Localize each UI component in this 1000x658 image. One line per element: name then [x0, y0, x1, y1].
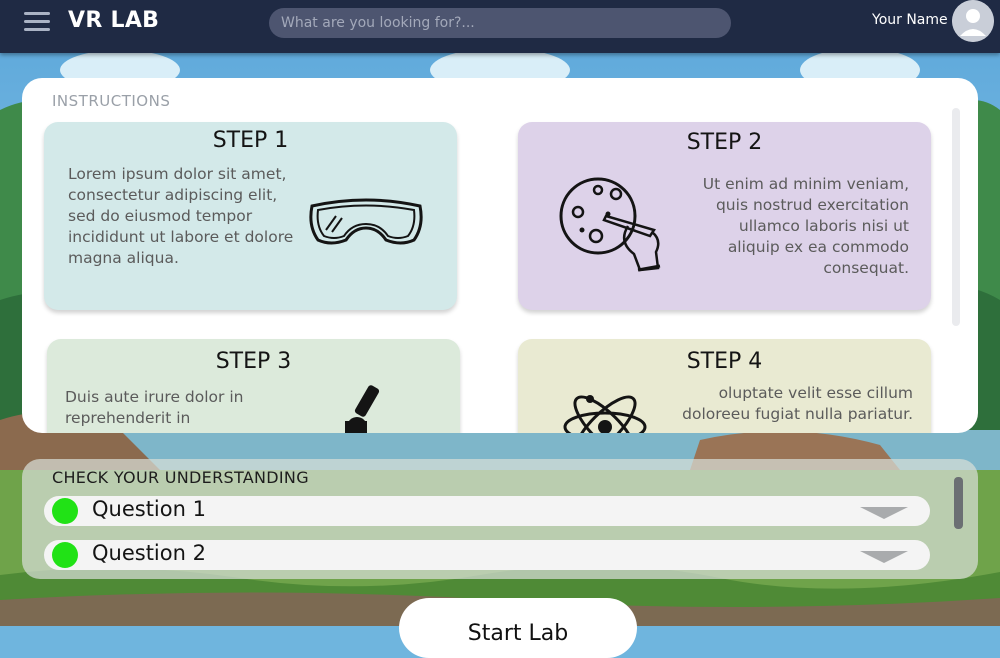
step-text: Duis aute irure dolor in reprehenderit i… — [65, 388, 244, 427]
question-label: Question 1 — [92, 497, 206, 521]
microscope-icon — [345, 385, 380, 433]
petri-dish-icon — [559, 177, 661, 272]
check-scrollbar[interactable] — [954, 477, 963, 529]
step-card-2: STEP 2 Ut enim ad minim veniam, quis nos… — [518, 122, 931, 310]
step-card-1: STEP 1 Lorem ipsum dolor sit amet, conse… — [44, 122, 457, 310]
step-text: oluptate velit esse cillum doloreeu fugi… — [682, 384, 913, 423]
question-label: Question 2 — [92, 541, 206, 565]
step-title: STEP 4 — [686, 349, 763, 374]
step-text: Lorem ipsum dolor sit amet, consectetur … — [68, 165, 294, 267]
step-card-3: STEP 3 Duis aute irure dolor in reprehen… — [47, 339, 460, 433]
step-title: STEP 2 — [686, 130, 763, 155]
avatar[interactable] — [952, 0, 994, 42]
step-title: STEP 1 — [212, 128, 289, 153]
instructions-heading: INSTRUCTIONS — [52, 92, 171, 110]
user-avatar-icon — [952, 0, 994, 42]
top-bar: VR LAB Your Name — [0, 0, 1000, 53]
chevron-down-icon — [860, 507, 908, 519]
chevron-down-icon — [860, 551, 908, 563]
instructions-scrollbar[interactable] — [952, 108, 960, 326]
hamburger-menu-icon[interactable] — [24, 12, 52, 32]
app-title: VR LAB — [68, 8, 160, 33]
user-name[interactable]: Your Name — [872, 12, 948, 28]
search-input[interactable] — [269, 8, 731, 38]
question-2-dropdown[interactable]: Question 2 — [44, 540, 930, 570]
atom-icon — [563, 395, 647, 433]
status-dot — [52, 542, 78, 568]
safety-goggles-icon — [309, 198, 423, 245]
step-card-4: STEP 4 oluptate velit esse cillum dolore… — [518, 339, 931, 433]
question-1-dropdown[interactable]: Question 1 — [44, 496, 930, 526]
check-heading: CHECK YOUR UNDERSTANDING — [52, 468, 309, 487]
step-text: Ut enim ad minim veniam, quis nostrud ex… — [702, 175, 909, 277]
step-title: STEP 3 — [215, 349, 292, 374]
status-dot — [52, 498, 78, 524]
start-lab-button[interactable]: Start Lab — [399, 598, 637, 658]
check-understanding-panel: CHECK YOUR UNDERSTANDING Question 1 Ques… — [22, 459, 978, 579]
instructions-panel: INSTRUCTIONS STEP 1 Lorem ipsum dolor si… — [22, 78, 978, 433]
